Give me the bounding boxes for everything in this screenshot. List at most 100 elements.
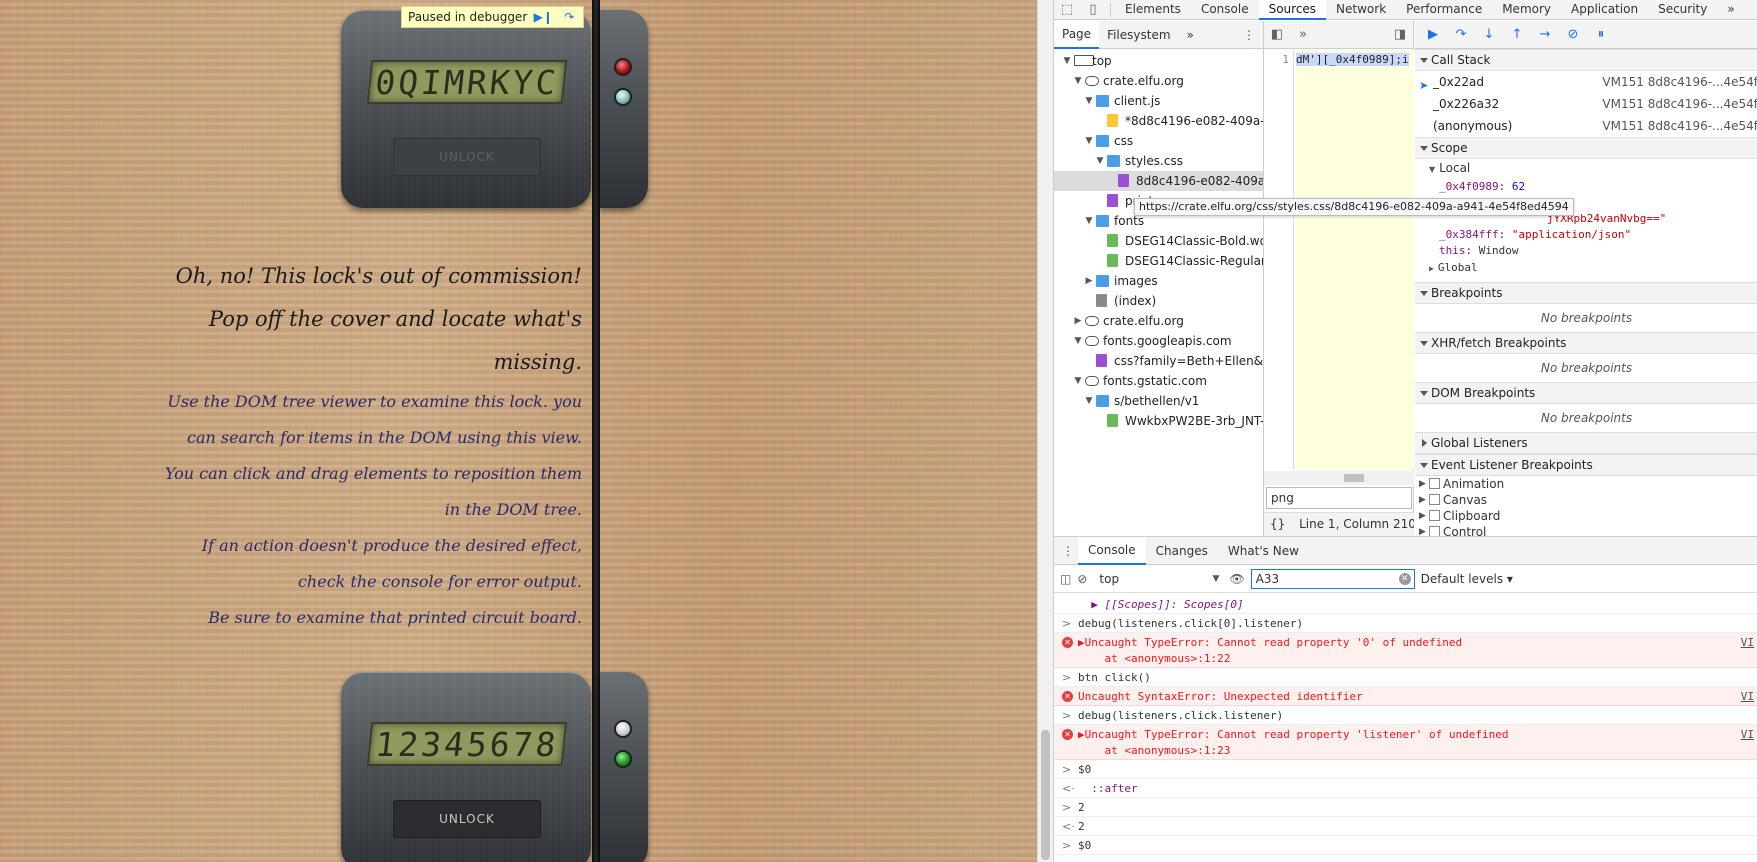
event-category[interactable]: ▶ Canvas xyxy=(1415,492,1757,508)
collapsed-arrow-icon[interactable]: ▶ xyxy=(1073,311,1083,331)
tree-item[interactable]: WwkbxPW2BE-3rb_JNT-q xyxy=(1054,411,1263,431)
event-category[interactable]: ▶ Control xyxy=(1415,524,1757,536)
tab-console[interactable]: Console xyxy=(1191,0,1259,20)
kebab-menu-icon[interactable]: ⋮ xyxy=(1062,544,1078,558)
kebab-menu-icon[interactable]: ⋮ xyxy=(1243,28,1263,42)
bottom-unlock-button[interactable]: UNLOCK xyxy=(393,800,541,838)
tree-item[interactable]: ▼ top xyxy=(1054,51,1263,71)
tab-security[interactable]: Security xyxy=(1648,0,1717,20)
scope-header[interactable]: Scope xyxy=(1415,137,1757,159)
editor-more-icon[interactable]: » xyxy=(1290,25,1316,45)
tree-item[interactable]: 8d8c4196-e082-409a-a xyxy=(1054,171,1263,191)
tab-console[interactable]: Console xyxy=(1078,536,1146,565)
frame-location[interactable]: VM151 8d8c4196-...4e54f xyxy=(1602,71,1757,93)
checkbox[interactable] xyxy=(1429,510,1440,521)
tree-item[interactable]: ▶ images xyxy=(1054,271,1263,291)
checkbox[interactable] xyxy=(1429,494,1440,505)
tab-elements[interactable]: Elements xyxy=(1115,0,1191,20)
breakpoints-header[interactable]: Breakpoints xyxy=(1415,282,1757,304)
tab-memory[interactable]: Memory xyxy=(1492,0,1561,20)
clear-console-icon[interactable]: ⊘ xyxy=(1077,572,1087,586)
tree-item[interactable]: *8d8c4196-e082-409a-a9 xyxy=(1054,111,1263,131)
tab-application[interactable]: Application xyxy=(1561,0,1648,20)
code-area[interactable]: 1 dM'][_0x4f0989];i xyxy=(1264,50,1414,470)
source-link[interactable]: VI xyxy=(1741,689,1754,705)
step-out-icon[interactable]: ↑ xyxy=(1503,23,1531,47)
tree-item[interactable]: DSEG14Classic-Bold.woff xyxy=(1054,231,1263,251)
event-category[interactable]: ▶ Clipboard xyxy=(1415,508,1757,524)
scroll-thumb[interactable] xyxy=(1344,474,1364,482)
expanded-arrow-icon[interactable]: ▼ xyxy=(1084,391,1094,411)
expanded-arrow-icon[interactable]: ▼ xyxy=(1073,71,1083,91)
code-line[interactable]: dM'][_0x4f0989];i xyxy=(1296,51,1414,69)
global-listeners-header[interactable]: Global Listeners xyxy=(1415,432,1757,454)
step-over-icon[interactable]: ↷ xyxy=(559,8,579,26)
tree-item[interactable]: ▼ s/bethellen/v1 xyxy=(1054,391,1263,411)
resume-icon[interactable]: ▶❙ xyxy=(533,8,553,26)
editor-hscroll[interactable] xyxy=(1264,471,1414,485)
tree-item[interactable]: (index) xyxy=(1054,291,1263,311)
expand-arrow-icon[interactable]: ▶ xyxy=(1419,524,1426,536)
expanded-arrow-icon[interactable]: ▼ xyxy=(1062,51,1072,71)
tree-item[interactable]: css?family=Beth+Ellen&disp xyxy=(1054,351,1263,371)
expanded-arrow-icon[interactable]: ▼ xyxy=(1084,131,1094,151)
step-icon[interactable]: → xyxy=(1531,23,1559,47)
tab-filesystem[interactable]: Filesystem xyxy=(1099,22,1178,48)
device-toolbar-icon[interactable]: ▯ xyxy=(1080,0,1106,20)
context-selector[interactable]: top ▼ xyxy=(1093,569,1223,589)
tree-item[interactable]: ▼ fonts.googleapis.com xyxy=(1054,331,1263,351)
event-category[interactable]: ▶ Animation xyxy=(1415,476,1757,492)
call-frame[interactable]: _0x226a32 VM151 8d8c4196-...4e54f xyxy=(1415,93,1757,115)
call-frame[interactable]: (anonymous) VM151 8d8c4196-...4e54f xyxy=(1415,115,1757,137)
clear-filter-icon[interactable]: ✕ xyxy=(1398,572,1411,585)
tree-item[interactable]: ▼ crate.elfu.org xyxy=(1054,71,1263,91)
dom-breakpoints-header[interactable]: DOM Breakpoints xyxy=(1415,382,1757,404)
toggle-debugger-icon[interactable]: ◨ xyxy=(1387,25,1413,45)
tab-whats-new[interactable]: What's New xyxy=(1218,538,1309,564)
scope-variable[interactable]: this: Window xyxy=(1415,243,1757,259)
scope-variable[interactable]: _0x384fff: "application/json" xyxy=(1415,227,1757,243)
toggle-navigator-icon[interactable]: ◧ xyxy=(1264,25,1290,45)
scroll-thumb[interactable] xyxy=(1041,730,1050,860)
editor-search-input[interactable]: png xyxy=(1266,487,1412,509)
call-frame[interactable]: ➤ _0x22ad VM151 8d8c4196-...4e54f xyxy=(1415,71,1757,93)
call-stack-header[interactable]: Call Stack xyxy=(1415,49,1757,71)
sidebar-toggle-icon[interactable]: ◫ xyxy=(1060,572,1071,586)
tree-item[interactable]: ▼ client.js xyxy=(1054,91,1263,111)
page-scrollbar[interactable] xyxy=(1037,0,1053,862)
inspect-icon[interactable]: ⬚ xyxy=(1054,0,1080,20)
frame-location[interactable]: VM151 8d8c4196-...4e54f xyxy=(1602,93,1757,115)
console-filter-input[interactable]: A33 ✕ xyxy=(1250,568,1415,589)
tab-performance[interactable]: Performance xyxy=(1396,0,1492,20)
expanded-arrow-icon[interactable]: ▼ xyxy=(1073,371,1083,391)
pause-exceptions-icon[interactable]: ⏸ xyxy=(1587,23,1615,47)
tree-item[interactable]: ▼ fonts.gstatic.com xyxy=(1054,371,1263,391)
log-levels-dropdown[interactable]: Default levels ▾ xyxy=(1421,572,1513,586)
local-scope-header[interactable]: ▼ Local xyxy=(1415,159,1757,179)
source-link[interactable]: VI xyxy=(1741,727,1754,743)
tree-item[interactable]: ▼ styles.css xyxy=(1054,151,1263,171)
pretty-print-icon[interactable]: {} xyxy=(1270,517,1285,531)
more-tabs-button[interactable]: » xyxy=(1717,0,1744,20)
scope-variable[interactable]: _0x4f0989: 62 xyxy=(1415,179,1757,195)
step-over-icon[interactable]: ↷ xyxy=(1447,23,1475,47)
tree-item[interactable]: ▼ css xyxy=(1054,131,1263,151)
expanded-arrow-icon[interactable]: ▼ xyxy=(1084,91,1094,111)
live-expression-eye-icon[interactable]: 👁 xyxy=(1229,572,1244,586)
tab-sources[interactable]: Sources xyxy=(1258,0,1327,20)
tree-item[interactable]: DSEG14Classic-Regular.w xyxy=(1054,251,1263,271)
expand-arrow-icon[interactable]: ▶ xyxy=(1419,492,1426,508)
expand-arrow-icon[interactable]: ▶ xyxy=(1419,508,1426,524)
navigator-more-button[interactable]: » xyxy=(1179,22,1202,48)
xhr-breakpoints-header[interactable]: XHR/fetch Breakpoints xyxy=(1415,332,1757,354)
deactivate-breakpoints-icon[interactable]: ⊘ xyxy=(1559,23,1587,47)
source-link[interactable]: VI xyxy=(1741,635,1754,651)
tree-item[interactable]: ▶ crate.elfu.org xyxy=(1054,311,1263,331)
expanded-arrow-icon[interactable]: ▼ xyxy=(1073,331,1083,351)
resume-icon[interactable]: ▶ xyxy=(1419,23,1447,47)
event-listener-breakpoints-header[interactable]: Event Listener Breakpoints xyxy=(1415,454,1757,476)
collapsed-arrow-icon[interactable]: ▶ xyxy=(1084,271,1094,291)
tab-changes[interactable]: Changes xyxy=(1146,538,1218,564)
expanded-arrow-icon[interactable]: ▼ xyxy=(1084,211,1094,231)
expanded-arrow-icon[interactable]: ▼ xyxy=(1095,151,1105,171)
